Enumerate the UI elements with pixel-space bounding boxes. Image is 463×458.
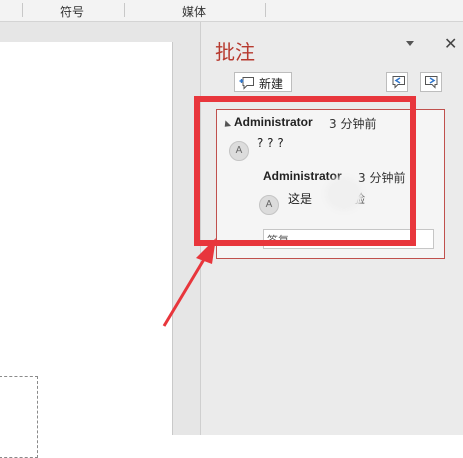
slide-canvas[interactable] bbox=[0, 42, 173, 458]
comment-text[interactable]: ? ? ? bbox=[257, 136, 284, 150]
reply-time: 3 分钟前 bbox=[358, 171, 406, 185]
close-icon[interactable]: ✕ bbox=[444, 34, 457, 54]
new-comment-button[interactable]: 新建 bbox=[234, 72, 292, 92]
redaction-blur bbox=[329, 181, 359, 207]
text-placeholder[interactable] bbox=[0, 376, 38, 458]
ribbon-group-symbols: 符号 bbox=[60, 5, 85, 19]
slide-workspace[interactable] bbox=[0, 22, 201, 458]
next-comment-button[interactable] bbox=[420, 72, 442, 92]
new-comment-icon bbox=[239, 77, 254, 90]
ribbon-group-media: 媒体 bbox=[182, 5, 207, 19]
ribbon-group-labels: 符号 媒体 bbox=[0, 0, 463, 22]
comments-pane: 批注 ✕ 新建 Administrator 3 分钟前 A ? ? ? Admi… bbox=[201, 22, 463, 435]
comment-author: Administrator bbox=[234, 115, 313, 129]
previous-comment-button[interactable] bbox=[386, 72, 408, 92]
avatar: A bbox=[229, 141, 249, 161]
reply-text[interactable]: 这是 bbox=[288, 190, 312, 207]
avatar: A bbox=[259, 195, 279, 215]
ribbon-separator bbox=[265, 3, 266, 17]
collapse-thread-icon[interactable] bbox=[221, 120, 232, 130]
comment-time: 3 分钟前 bbox=[329, 117, 377, 131]
next-comment-icon bbox=[425, 76, 438, 89]
comment-thread[interactable]: Administrator 3 分钟前 A ? ? ? Administrato… bbox=[216, 109, 445, 259]
previous-comment-icon bbox=[392, 76, 405, 89]
reply-author: Administrator bbox=[263, 169, 342, 183]
reply-input[interactable] bbox=[263, 229, 434, 249]
new-comment-label: 新建 bbox=[259, 77, 284, 91]
pane-title: 批注 bbox=[215, 40, 255, 64]
ribbon-separator bbox=[22, 3, 23, 17]
ribbon-separator bbox=[124, 3, 125, 17]
pane-options-icon[interactable] bbox=[406, 41, 414, 46]
